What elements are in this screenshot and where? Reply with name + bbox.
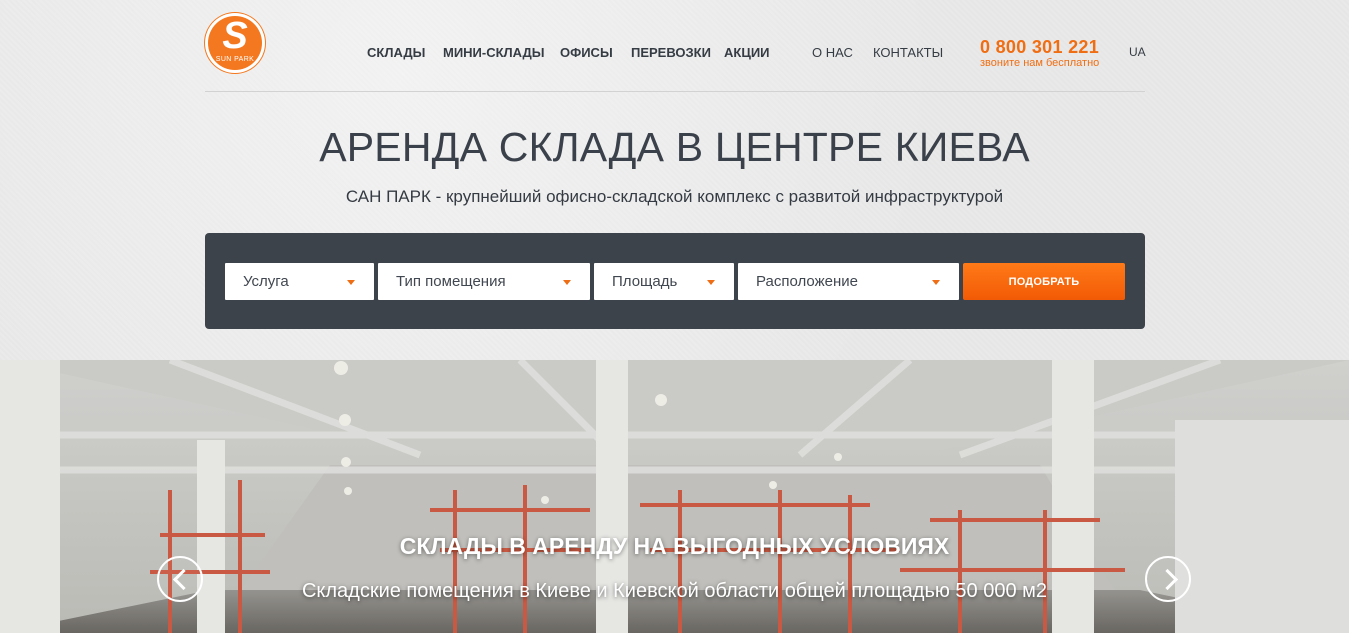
find-button[interactable]: ПОДОБРАТЬ — [963, 263, 1125, 300]
room-type-select[interactable]: Тип помещения — [378, 263, 590, 300]
nav-mini-warehouses[interactable]: МИНИ-СКЛАДЫ — [443, 45, 545, 60]
logo-text: SUN PARK — [215, 56, 255, 63]
slide-title: СКЛАДЫ В АРЕНДУ НА ВЫГОДНЫХ УСЛОВИЯХ — [399, 533, 950, 559]
chevron-down-icon — [707, 280, 715, 285]
nav-warehouses[interactable]: СКЛАДЫ — [367, 45, 425, 60]
page-title: АРЕНДА СКЛАДА В ЦЕНТРЕ КИЕВА — [319, 124, 1030, 170]
sun-park-logo[interactable]: S SUN PARK — [205, 13, 265, 73]
chevron-down-icon — [563, 280, 571, 285]
logo-mark: S — [222, 15, 248, 57]
hero-slider: СКЛАДЫ В АРЕНДУ НА ВЫГОДНЫХ УСЛОВИЯХ Скл… — [0, 360, 1349, 633]
room-type-select-value: Тип помещения — [396, 273, 506, 290]
nav-about[interactable]: О НАС — [812, 45, 853, 60]
nav-transport[interactable]: ПЕРЕВОЗКИ — [631, 45, 711, 60]
nav-contacts[interactable]: КОНТАКТЫ — [873, 45, 943, 60]
warehouse-search-form: Услуга Тип помещения Площадь Расположени… — [205, 233, 1145, 329]
page-subtitle: САН ПАРК - крупнейший офисно-складской к… — [345, 187, 1004, 206]
page-header: S SUN PARK СКЛАДЫ МИНИ-СКЛАДЫ ОФИСЫ ПЕРЕ… — [0, 0, 1349, 360]
chevron-left-icon — [172, 568, 195, 591]
nav-promotions[interactable]: АКЦИИ — [724, 45, 770, 60]
language-switcher[interactable]: UA — [1129, 45, 1146, 59]
previous-slide-button[interactable] — [157, 556, 203, 602]
service-select-value: Услуга — [243, 273, 289, 290]
location-select-value: Расположение — [756, 273, 858, 290]
phone-link[interactable]: 0 800 301 221 — [980, 37, 1099, 58]
nav-offices[interactable]: ОФИСЫ — [560, 45, 613, 60]
chevron-down-icon — [932, 280, 940, 285]
chevron-right-icon — [1156, 568, 1179, 591]
next-slide-button[interactable] — [1145, 556, 1191, 602]
area-select[interactable]: Площадь — [594, 263, 734, 300]
location-select[interactable]: Расположение — [738, 263, 959, 300]
free-call-note: звоните нам бесплатно — [980, 57, 1100, 69]
area-select-value: Площадь — [612, 273, 678, 290]
header-divider — [205, 91, 1145, 92]
service-select[interactable]: Услуга — [225, 263, 374, 300]
chevron-down-icon — [347, 280, 355, 285]
